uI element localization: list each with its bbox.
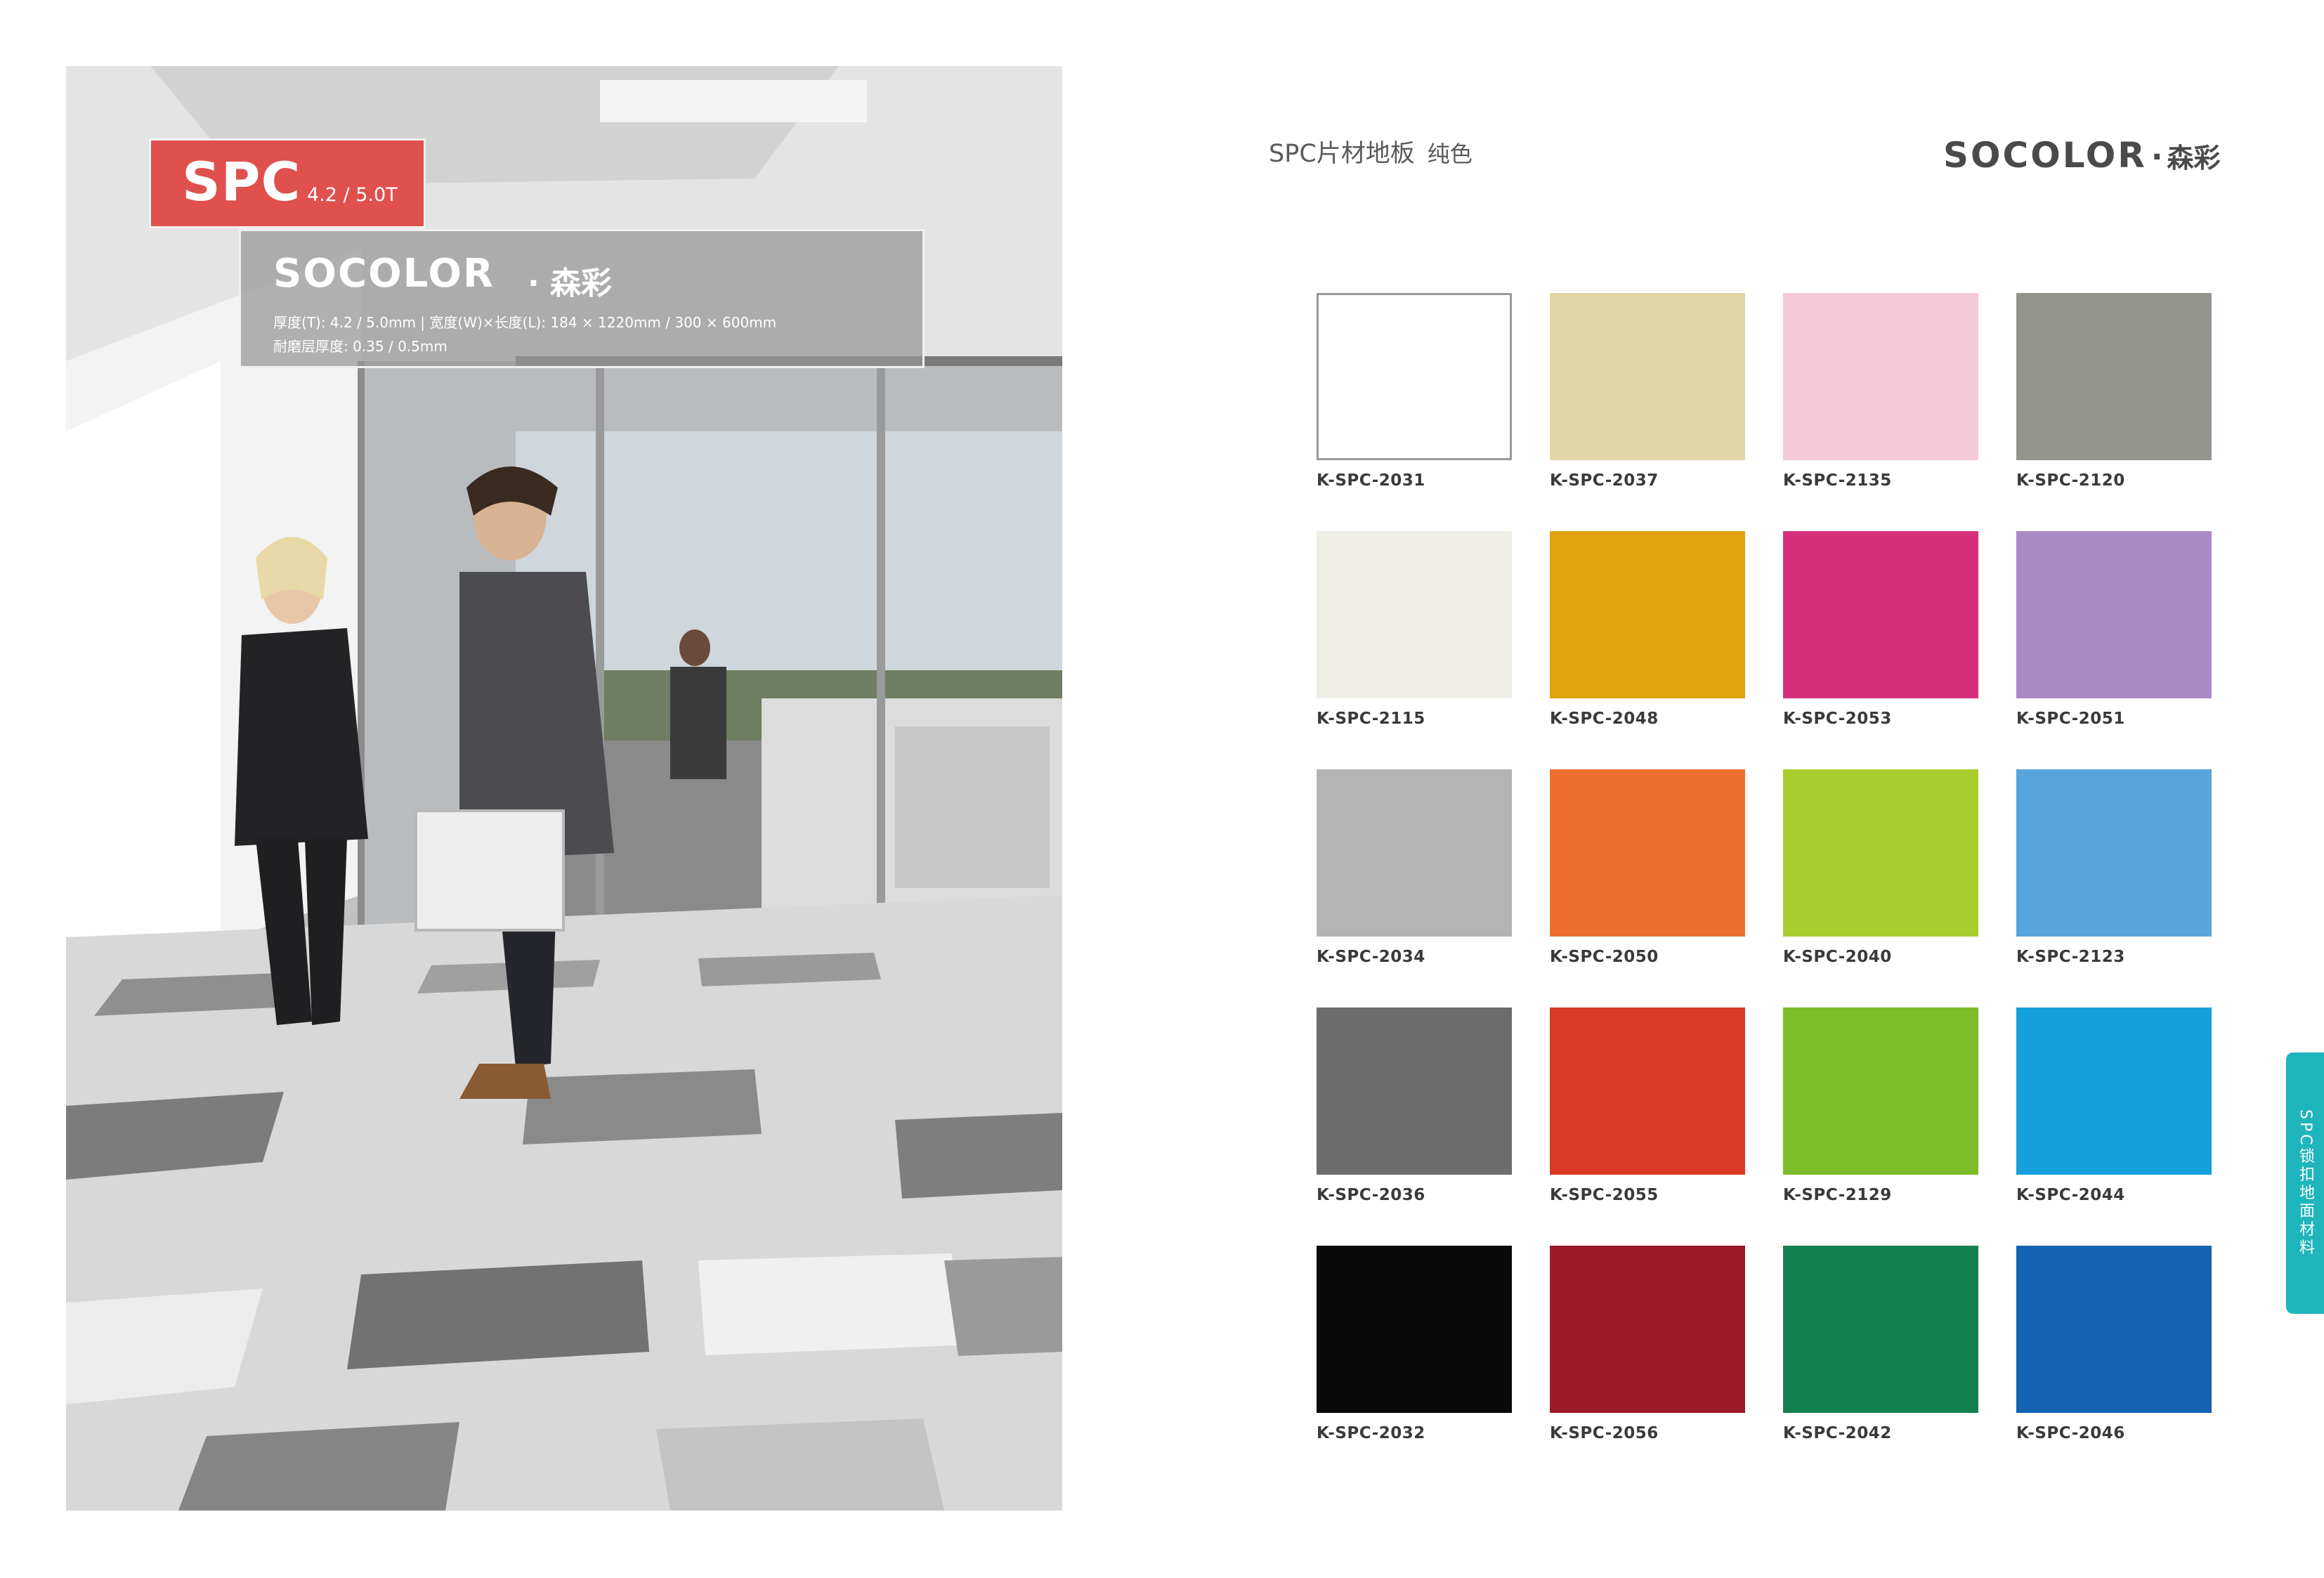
color-swatch: [1783, 293, 1978, 460]
color-swatch: [1317, 1246, 1512, 1413]
swatch-code: K-SPC-2053: [1783, 710, 1892, 728]
spec-brand-cn: · 森彩: [528, 258, 612, 303]
swatch-item: K-SPC-2032: [1317, 1246, 1512, 1442]
swatch-item: K-SPC-2050: [1550, 769, 1745, 966]
swatch-item: K-SPC-2123: [2016, 769, 2212, 966]
color-swatch: [1550, 769, 1745, 937]
color-swatch: [1317, 1008, 1512, 1175]
swatch-code: K-SPC-2050: [1550, 948, 1659, 966]
spec-brand-en: SOCOLOR: [273, 251, 495, 296]
spec-wear-layer: 耐磨层厚度: 0.35 / 0.5mm: [273, 338, 448, 355]
color-swatch: [2016, 1008, 2212, 1175]
swatch-item: K-SPC-2056: [1550, 1246, 1745, 1442]
color-swatch: [2016, 769, 2212, 937]
color-swatch: [1783, 769, 1978, 937]
color-swatch: [1550, 293, 1745, 460]
swatch-code: K-SPC-2031: [1317, 471, 1425, 490]
swatch-item: K-SPC-2120: [2016, 293, 2212, 490]
swatch-item: K-SPC-2046: [2016, 1246, 2212, 1442]
color-swatch: [1783, 1246, 1978, 1413]
swatch-code: K-SPC-2051: [2016, 710, 2125, 728]
swatch-item: K-SPC-2051: [2016, 531, 2212, 728]
swatch-item: K-SPC-2135: [1783, 293, 1978, 490]
swatch-code: K-SPC-2044: [2016, 1186, 2125, 1204]
swatch-code: K-SPC-2042: [1783, 1424, 1892, 1442]
spec-brand-cn-text: 森彩: [550, 266, 613, 301]
swatch-item: K-SPC-2042: [1783, 1246, 1978, 1442]
swatch-item: K-SPC-2129: [1783, 1008, 1978, 1204]
swatch-code: K-SPC-2120: [2016, 471, 2125, 490]
page-title: SPC片材地板 纯色: [1269, 133, 1473, 169]
side-tab[interactable]: SPC锁扣地面材料: [2286, 1052, 2324, 1314]
badge-thickness-text: 4.2 / 5.0T: [307, 184, 398, 206]
color-swatch: [1550, 1246, 1745, 1413]
brand-logo: SOCOLOR · 森彩: [1943, 135, 2221, 176]
color-swatch: [2016, 1246, 2212, 1413]
spec-dimensions: 厚度(T): 4.2 / 5.0mm | 宽度(W)×长度(L): 184 × …: [273, 314, 777, 331]
color-swatch: [1783, 531, 1978, 698]
color-swatch: [1550, 1008, 1745, 1175]
swatch-item: K-SPC-2053: [1783, 531, 1978, 728]
badge-main-text: SPC: [182, 150, 301, 213]
side-tab-label: SPC锁扣地面材料: [2297, 1109, 2314, 1258]
swatch-item: K-SPC-2048: [1550, 531, 1745, 728]
brand-logo-cn: 森彩: [2167, 143, 2221, 174]
swatch-code: K-SPC-2055: [1550, 1186, 1659, 1204]
swatch-code: K-SPC-2037: [1550, 471, 1659, 490]
color-swatch: [2016, 293, 2212, 460]
color-swatch: [1317, 293, 1512, 460]
swatch-item: K-SPC-2055: [1550, 1008, 1745, 1204]
swatch-item: K-SPC-2031: [1317, 293, 1512, 490]
color-swatch: [1317, 531, 1512, 698]
brand-logo-dot: ·: [2150, 139, 2163, 175]
swatch-item: K-SPC-2040: [1783, 769, 1978, 966]
spc-badge: SPC 4.2 / 5.0T: [149, 138, 426, 228]
swatch-item: K-SPC-2034: [1317, 769, 1512, 966]
color-swatch: [2016, 531, 2212, 698]
swatch-code: K-SPC-2129: [1783, 1186, 1892, 1204]
swatch-item: K-SPC-2036: [1317, 1008, 1512, 1204]
spec-brand-dot: ·: [528, 266, 540, 301]
color-swatch: [1783, 1008, 1978, 1175]
page-title-sub: 纯色: [1427, 141, 1473, 167]
swatch-code: K-SPC-2040: [1783, 948, 1892, 966]
swatch-code: K-SPC-2056: [1550, 1424, 1659, 1442]
swatch-code: K-SPC-2048: [1550, 710, 1659, 728]
swatch-code: K-SPC-2115: [1317, 710, 1425, 728]
spec-panel: SOCOLOR · 森彩 厚度(T): 4.2 / 5.0mm | 宽度(W)×…: [239, 229, 925, 368]
swatch-item: K-SPC-2037: [1550, 293, 1745, 490]
page-title-main: SPC片材地板: [1269, 140, 1415, 168]
swatch-code: K-SPC-2034: [1317, 948, 1425, 966]
color-swatch: [1550, 531, 1745, 698]
swatch-code: K-SPC-2135: [1783, 471, 1892, 490]
brand-logo-en: SOCOLOR: [1943, 135, 2147, 176]
color-swatch: [1317, 769, 1512, 937]
swatch-code: K-SPC-2032: [1317, 1424, 1425, 1442]
swatch-item: K-SPC-2044: [2016, 1008, 2212, 1204]
swatch-item: K-SPC-2115: [1317, 531, 1512, 728]
swatch-code: K-SPC-2123: [2016, 948, 2125, 966]
swatch-code: K-SPC-2036: [1317, 1186, 1425, 1204]
swatch-code: K-SPC-2046: [2016, 1424, 2125, 1442]
